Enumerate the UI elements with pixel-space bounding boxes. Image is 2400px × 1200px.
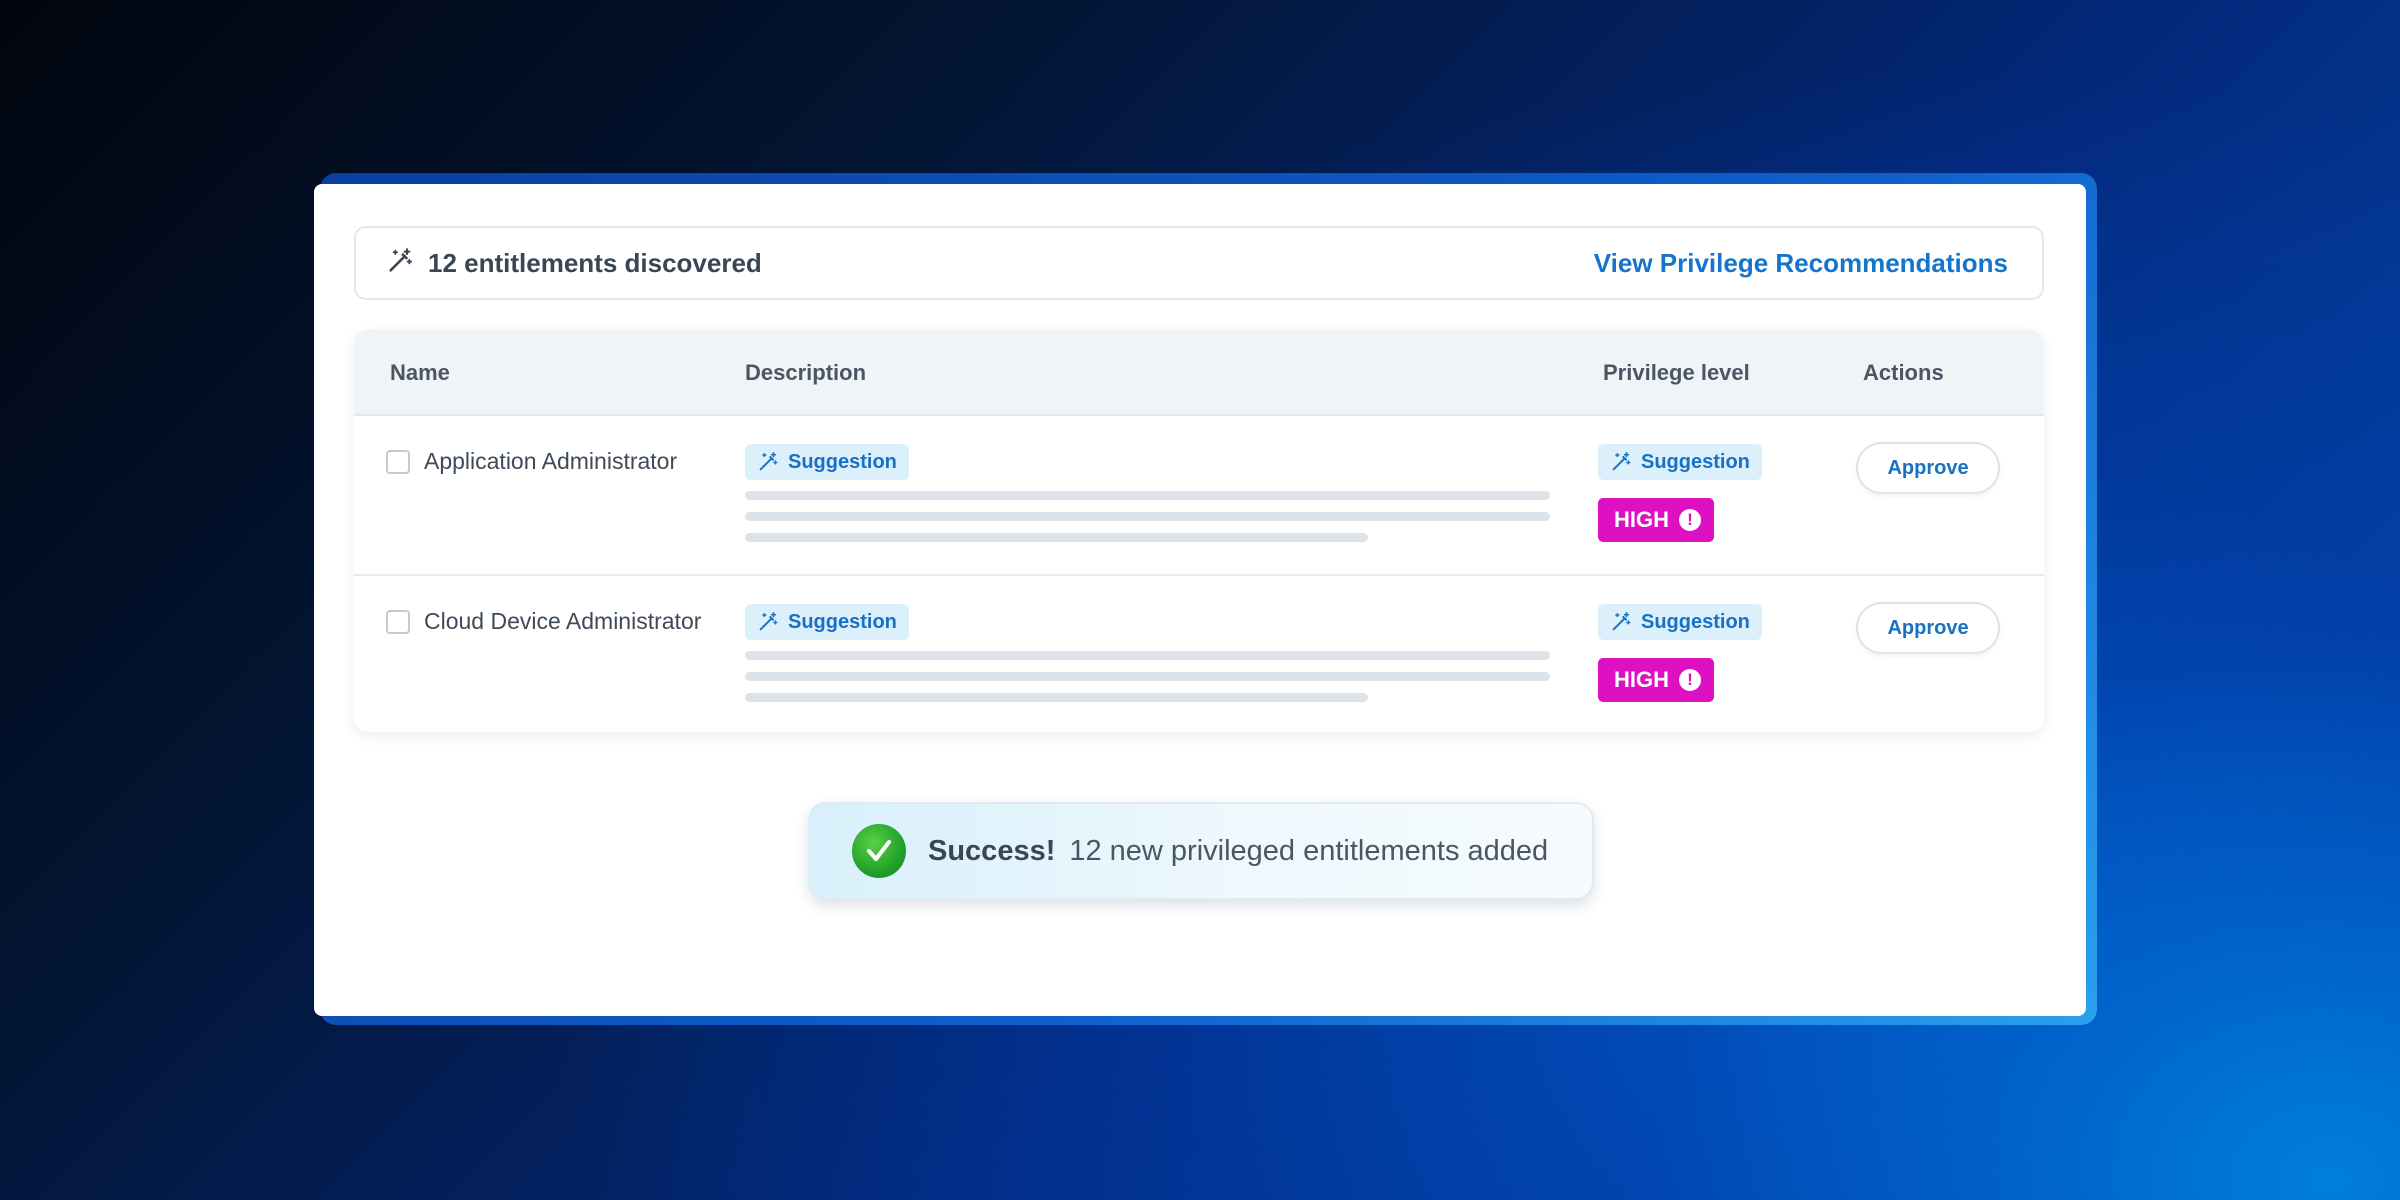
row-checkbox[interactable] [386,610,410,634]
entitlements-table: Name Description Privilege level Actions… [354,330,2044,732]
description-placeholder-line [745,651,1550,660]
description-placeholder-line [745,533,1368,542]
description-suggestion-tag: Suggestion [745,444,909,480]
privilege-level-badge: HIGH ! [1598,498,1714,542]
discovery-header: 12 entitlements discovered View Privileg… [354,226,2044,300]
entitlement-name: Cloud Device Administrator [424,608,702,634]
suggestion-label: Suggestion [788,610,897,633]
view-recommendations-link[interactable]: View Privilege Recommendations [1594,248,2008,279]
description-placeholder-line [745,512,1550,521]
description-placeholder-line [745,491,1550,500]
description-suggestion-tag: Suggestion [745,604,909,640]
magic-wand-icon [1610,451,1632,473]
suggestion-label: Suggestion [788,450,897,473]
suggestion-label: Suggestion [1641,450,1750,473]
entitlements-count-title: 12 entitlements discovered [428,247,762,278]
description-placeholder-line [745,672,1550,681]
exclamation-icon: ! [1679,509,1701,531]
magic-wand-icon [757,451,779,473]
exclamation-icon: ! [1679,669,1701,691]
table-row: Cloud Device Administrator Suggestion Su… [354,576,2044,732]
success-toast: Success! 12 new privileged entitlements … [808,802,1594,900]
magic-wand-icon [757,611,779,633]
table-row: Application Administrator Suggestion Sug… [354,416,2044,576]
privilege-suggestion-tag: Suggestion [1598,604,1762,640]
toast-message: 12 new privileged entitlements added [1069,834,1549,867]
entitlements-card: 12 entitlements discovered View Privileg… [314,184,2086,1016]
column-header-name: Name [390,360,450,385]
column-header-description: Description [745,360,867,385]
toast-title: Success! [928,834,1056,867]
privilege-level-label: HIGH [1614,667,1669,692]
row-checkbox[interactable] [386,450,410,474]
privilege-suggestion-tag: Suggestion [1598,444,1762,480]
column-header-actions: Actions [1863,360,1944,385]
description-placeholder-line [745,693,1368,702]
suggestion-label: Suggestion [1641,610,1750,633]
privilege-level-label: HIGH [1614,507,1669,532]
entitlement-name: Application Administrator [424,448,678,474]
approve-button[interactable]: Approve [1856,442,2000,494]
magic-wand-icon [1610,611,1632,633]
magic-wand-icon [386,247,414,280]
checkmark-icon [852,824,906,878]
table-header: Name Description Privilege level Actions [354,330,2044,416]
column-header-privilege-level: Privilege level [1603,360,1750,385]
approve-button[interactable]: Approve [1856,602,2000,654]
privilege-level-badge: HIGH ! [1598,658,1714,702]
